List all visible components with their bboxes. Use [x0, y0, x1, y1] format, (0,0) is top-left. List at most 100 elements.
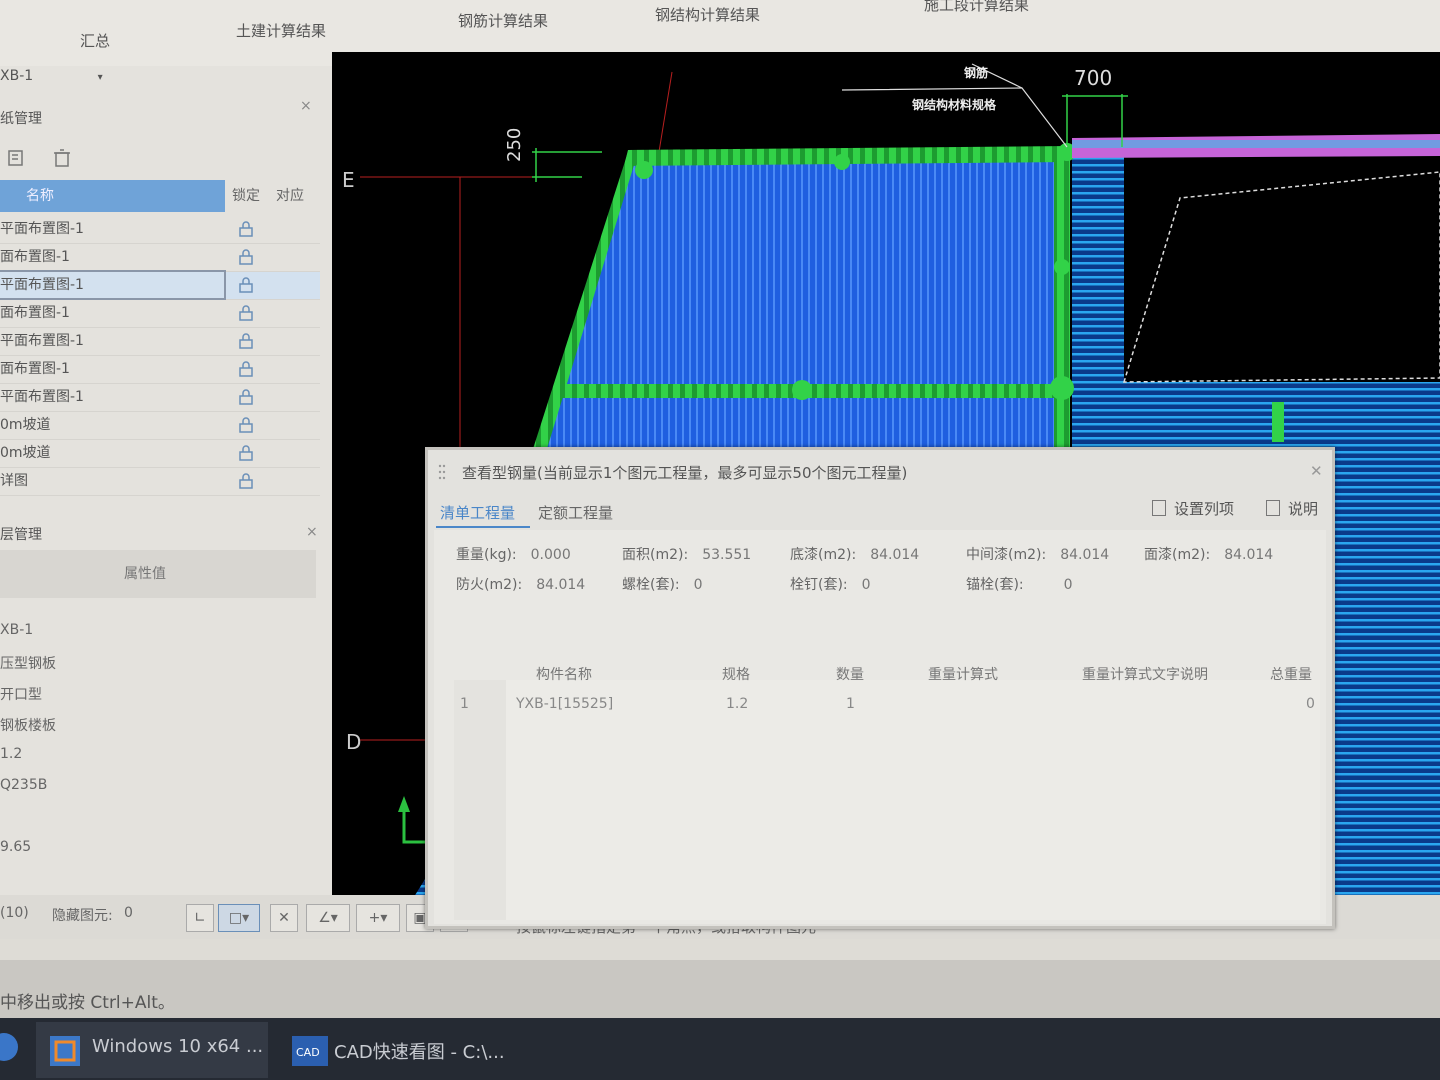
rectangle-select-icon: □▾	[228, 910, 250, 926]
table-header-total[interactable]: 总重量	[1270, 664, 1312, 684]
summary-label: 防火(m2):	[456, 577, 523, 593]
ortho-button[interactable]: ∟	[186, 904, 214, 932]
delete-icon[interactable]	[52, 148, 72, 168]
column-lock[interactable]: 锁定	[232, 180, 272, 212]
set-columns-button[interactable]: 设置列项	[1152, 498, 1234, 519]
taskbar-item-label: Windows 10 x64 ...	[92, 1036, 264, 1057]
lock-icon[interactable]	[238, 361, 254, 377]
property-value[interactable]: 1.2	[0, 746, 22, 762]
property-value[interactable]: 压型钢板	[0, 653, 56, 673]
taskbar: Windows 10 x64 ... CAD CAD快速看图 - C:\...	[0, 1018, 1440, 1080]
steel-quantity-dialog: 查看型钢量(当前显示1个图元工程量，最多可显示50个图元工程量) ✕ 清单工程量…	[425, 447, 1335, 929]
axis-label-d: D	[346, 730, 362, 754]
property-value[interactable]: XB-1	[0, 622, 33, 638]
summary-value: 53.551	[702, 547, 752, 563]
lock-icon[interactable]	[238, 389, 254, 405]
quantity-table	[454, 680, 1320, 920]
drawing-name: 平面布置图-1	[0, 389, 84, 405]
summary-label: 面积(m2):	[622, 547, 689, 563]
property-value[interactable]: 钢板楼板	[0, 715, 56, 735]
table-header-qty[interactable]: 数量	[836, 664, 864, 684]
row-index: 1	[460, 696, 469, 712]
lock-icon[interactable]	[238, 473, 254, 489]
lock-icon[interactable]	[238, 445, 254, 461]
summary-label: 栓钉(套):	[790, 577, 848, 593]
left-panel: XB-1 ▾ 纸管理 × 名称 锁定 对应 平面布置图-1 面布置图-1 平面布…	[0, 66, 332, 926]
summary-value: 84.014	[870, 547, 920, 563]
list-item[interactable]: 平面布置图-1	[0, 216, 320, 244]
list-item[interactable]: 面布置图-1	[0, 356, 320, 384]
tab-civil-results[interactable]: 土建计算结果	[236, 20, 326, 41]
refresh-icon[interactable]	[6, 148, 26, 168]
cell-name: YXB-1[15525]	[516, 696, 614, 712]
summary-label: 中间漆(m2):	[966, 547, 1047, 563]
drawing-name: 面布置图-1	[0, 249, 70, 265]
tab-summary[interactable]: 汇总	[80, 30, 110, 51]
lock-icon[interactable]	[238, 333, 254, 349]
list-item[interactable]: 平面布置图-1	[0, 384, 320, 412]
cad-annotation: 钢筋	[964, 66, 989, 80]
tab-rebar-results[interactable]: 钢筋计算结果	[458, 10, 548, 31]
drawing-list: 平面布置图-1 面布置图-1 平面布置图-1 面布置图-1 平面布置图-1 面布…	[0, 216, 320, 496]
table-header-name[interactable]: 构件名称	[536, 664, 592, 684]
summary-value: 84.014	[1060, 547, 1110, 563]
lock-icon[interactable]	[238, 305, 254, 321]
summary-weight: 重量(kg): 0.000	[456, 544, 571, 564]
column-name[interactable]: 名称	[0, 180, 225, 212]
list-item[interactable]: 面布置图-1	[0, 244, 320, 272]
list-item[interactable]: 0m坡道	[0, 440, 320, 468]
vm-app-icon	[50, 1036, 80, 1066]
lock-icon[interactable]	[238, 277, 254, 293]
active-tab-indicator	[436, 526, 530, 528]
lock-icon[interactable]	[238, 249, 254, 265]
hidden-elements-value: 0	[124, 905, 133, 921]
help-button[interactable]: 说明	[1266, 498, 1318, 519]
list-item-selected[interactable]: 平面布置图-1	[0, 270, 320, 300]
list-item[interactable]: 平面布置图-1	[0, 328, 320, 356]
cross-select-button[interactable]: ✕	[270, 904, 298, 932]
property-value[interactable]: Q235B	[0, 777, 47, 793]
property-value[interactable]: 9.65	[0, 839, 31, 855]
cell-spec: 1.2	[726, 696, 749, 712]
drawing-name: 详图	[0, 473, 28, 489]
angle-button[interactable]: ∠▾	[306, 904, 350, 932]
dialog-body: 重量(kg): 0.000 面积(m2): 53.551 底漆(m2): 84.014…	[434, 530, 1326, 924]
dimension-250: 250	[504, 127, 525, 162]
table-header-formula-desc[interactable]: 重量计算式文字说明	[1082, 664, 1208, 684]
start-icon[interactable]	[0, 1032, 24, 1062]
close-icon[interactable]: ×	[306, 524, 318, 540]
summary-topcoat: 面漆(m2): 84.014	[1144, 544, 1273, 564]
dialog-title: 查看型钢量(当前显示1个图元工程量，最多可显示50个图元工程量)	[462, 464, 908, 482]
drag-handle-icon[interactable]	[438, 464, 446, 480]
tab-steel-results[interactable]: 钢结构计算结果	[655, 4, 760, 25]
axis-label-e: E	[342, 168, 355, 192]
taskbar-item-vm[interactable]: Windows 10 x64 ...	[36, 1022, 268, 1078]
summary-area: 面积(m2): 53.551	[622, 544, 751, 564]
tab-quota-quantity[interactable]: 定额工程量	[538, 502, 613, 523]
close-icon[interactable]: ✕	[1310, 462, 1323, 480]
table-header-spec[interactable]: 规格	[722, 664, 750, 684]
snap-button[interactable]: +▾	[356, 904, 400, 932]
taskbar-item-cad[interactable]: CAD CAD快速看图 - C:\...	[286, 1022, 546, 1078]
cell-total: 0	[1306, 696, 1315, 712]
cad-app-icon: CAD	[292, 1036, 328, 1066]
close-icon[interactable]: ×	[300, 98, 312, 114]
column-map[interactable]: 对应	[276, 180, 320, 212]
list-item[interactable]: 详图	[0, 468, 320, 496]
property-value[interactable]: 开口型	[0, 684, 42, 704]
tab-bill-quantity[interactable]: 清单工程量	[440, 502, 515, 523]
drawing-name: 0m坡道	[0, 417, 51, 433]
lock-icon[interactable]	[238, 221, 254, 237]
list-item[interactable]: 面布置图-1	[0, 300, 320, 328]
drawing-name: 平面布置图-1	[0, 333, 84, 349]
chevron-down-icon: ▾	[97, 72, 103, 83]
list-item[interactable]: 0m坡道	[0, 412, 320, 440]
summary-label: 重量(kg):	[456, 547, 517, 563]
select-mode-button[interactable]: □▾	[218, 904, 260, 932]
component-dropdown[interactable]: XB-1 ▾	[0, 68, 103, 84]
table-header-formula[interactable]: 重量计算式	[928, 664, 998, 684]
cell-qty: 1	[846, 696, 855, 712]
lock-icon[interactable]	[238, 417, 254, 433]
drawing-panel-title: 纸管理	[0, 111, 42, 127]
tab-construction-results[interactable]: 施工段计算结果	[924, 0, 1029, 15]
